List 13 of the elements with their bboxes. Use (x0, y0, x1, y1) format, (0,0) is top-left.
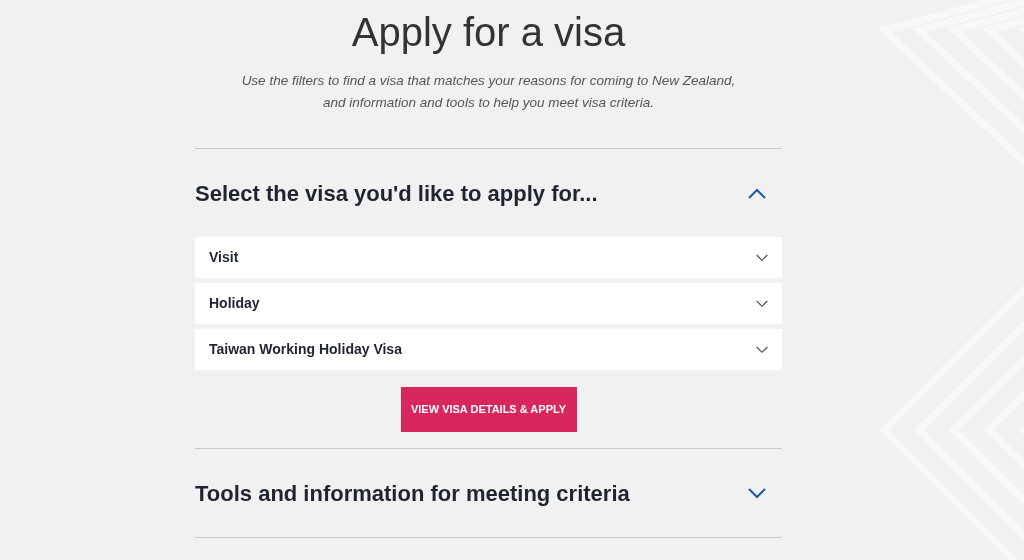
chevron-icon (756, 345, 768, 354)
visa-select[interactable]: Taiwan Working Holiday Visa (195, 329, 782, 370)
chevron-icon (756, 253, 768, 262)
apply-button[interactable]: VIEW VISA DETAILS & APPLY (400, 387, 577, 432)
section-header[interactable]: Select the visa you'd like to apply for... (195, 149, 782, 237)
visa-select[interactable]: Holiday (195, 283, 782, 324)
visa-select[interactable]: Visit (195, 237, 782, 278)
chevron-icon (748, 187, 766, 199)
page-title: Apply for a visa (351, 9, 626, 56)
chevron-icon (748, 487, 766, 499)
intro-text: Use the filters to find a visa that matches your reasons for coming to New Zealand, and information and tools to help you meet visa criteria. (240, 72, 737, 112)
section-header[interactable]: Tools and information for meeting criteria (195, 449, 782, 537)
chevron-icon (756, 299, 768, 308)
